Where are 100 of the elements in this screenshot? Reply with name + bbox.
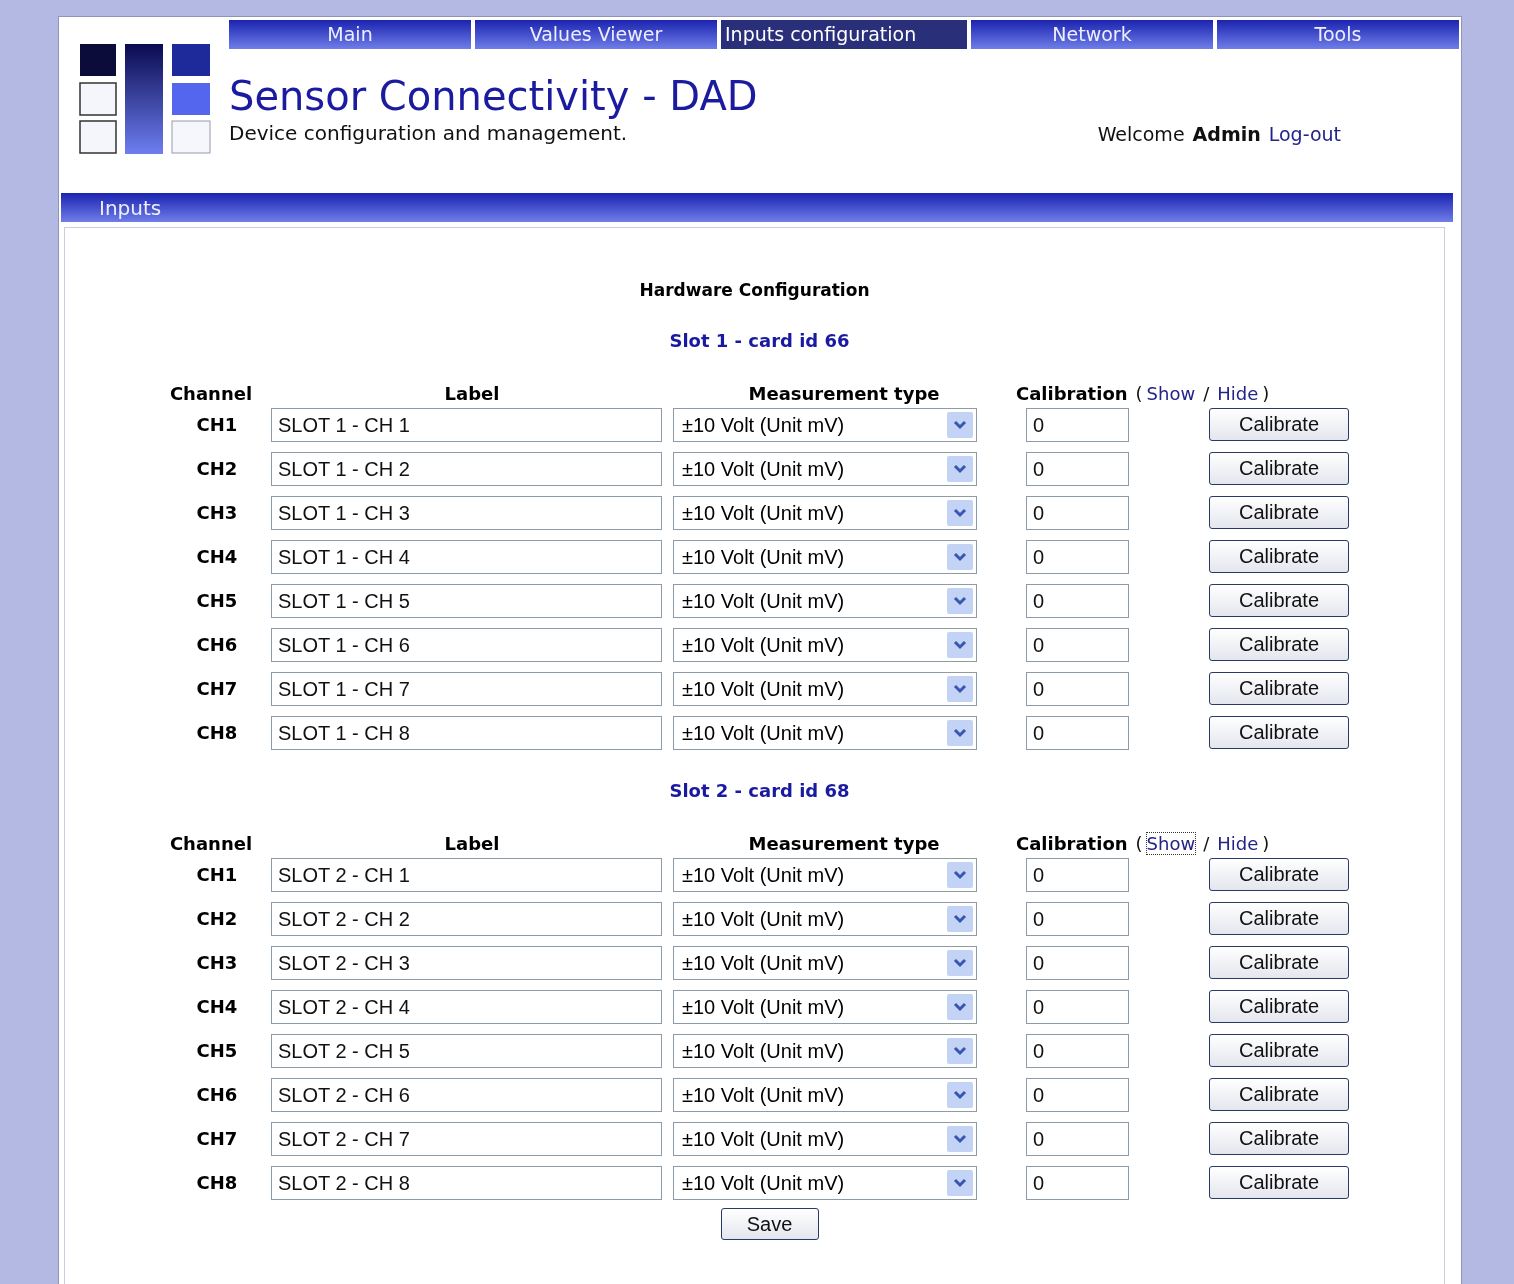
label-field[interactable]: SLOT 2 - CH 4 <box>271 990 662 1024</box>
label-field[interactable]: SLOT 1 - CH 1 <box>271 408 662 442</box>
label-field[interactable]: SLOT 2 - CH 5 <box>271 1034 662 1068</box>
label-field[interactable]: SLOT 1 - CH 7 <box>271 672 662 706</box>
nav-tab[interactable]: Main <box>229 20 471 49</box>
site-title: Sensor Connectivity - DAD <box>229 73 758 119</box>
channel-label: CH5 <box>195 589 239 613</box>
label-field[interactable]: SLOT 2 - CH 2 <box>271 902 662 936</box>
measurement-select[interactable]: ±10 Volt (Unit mV) <box>673 408 977 442</box>
save-button[interactable]: Save <box>720 1208 819 1240</box>
measurement-select[interactable]: ±10 Volt (Unit mV) <box>673 452 977 486</box>
calibration-field[interactable]: 0 <box>1026 1034 1129 1068</box>
calibrate-button[interactable]: Calibrate <box>1209 990 1349 1023</box>
calibrate-button[interactable]: Calibrate <box>1209 1122 1349 1155</box>
calibrate-button[interactable]: Calibrate <box>1209 902 1349 935</box>
nav-tab[interactable]: Values Viewer <box>475 20 717 49</box>
channel-label: CH4 <box>195 545 239 569</box>
calibration-field[interactable]: 0 <box>1026 946 1129 980</box>
label-field[interactable]: SLOT 2 - CH 8 <box>271 1166 662 1200</box>
welcome-text: Welcome <box>1097 123 1185 145</box>
show-link[interactable]: Show <box>1146 833 1196 854</box>
calibration-field[interactable]: 0 <box>1026 1166 1129 1200</box>
separator: / <box>1203 833 1210 854</box>
channel-label: CH2 <box>195 457 239 481</box>
label-field[interactable]: SLOT 1 - CH 2 <box>271 452 662 486</box>
column-header: Channel <box>168 833 254 854</box>
calibrate-button[interactable]: Calibrate <box>1209 1166 1349 1199</box>
channel-label: CH1 <box>195 863 239 887</box>
calibrate-button[interactable]: Calibrate <box>1209 628 1349 661</box>
calibrate-button[interactable]: Calibrate <box>1209 1078 1349 1111</box>
calibration-field[interactable]: 0 <box>1026 990 1129 1024</box>
nav-tab[interactable]: Network <box>971 20 1213 49</box>
calibrate-button[interactable]: Calibrate <box>1209 672 1349 705</box>
label-field[interactable]: SLOT 1 - CH 5 <box>271 584 662 618</box>
calibration-field[interactable]: 0 <box>1026 1078 1129 1112</box>
calibration-field[interactable]: 0 <box>1026 716 1129 750</box>
channel-label: CH7 <box>195 677 239 701</box>
parenthesis: ) <box>1262 833 1270 854</box>
measurement-select[interactable]: ±10 Volt (Unit mV) <box>673 496 977 530</box>
show-link[interactable]: Show <box>1146 383 1196 404</box>
label-field[interactable]: SLOT 2 - CH 3 <box>271 946 662 980</box>
channel-label: CH3 <box>195 501 239 525</box>
channel-label: CH2 <box>195 907 239 931</box>
calibrate-button[interactable]: Calibrate <box>1209 408 1349 441</box>
nav-tab[interactable]: Tools <box>1217 20 1459 49</box>
calibration-field[interactable]: 0 <box>1026 540 1129 574</box>
column-header: Label <box>443 383 501 404</box>
separator: / <box>1203 383 1210 404</box>
parenthesis: ) <box>1262 383 1270 404</box>
label-field[interactable]: SLOT 1 - CH 4 <box>271 540 662 574</box>
calibration-field[interactable]: 0 <box>1026 496 1129 530</box>
logout-link[interactable]: Log-out <box>1268 123 1341 145</box>
label-field[interactable]: SLOT 2 - CH 6 <box>271 1078 662 1112</box>
label-field[interactable]: SLOT 1 - CH 6 <box>271 628 662 662</box>
measurement-select[interactable]: ±10 Volt (Unit mV) <box>673 584 977 618</box>
measurement-select[interactable]: ±10 Volt (Unit mV) <box>673 716 977 750</box>
measurement-select[interactable]: ±10 Volt (Unit mV) <box>673 946 977 980</box>
calibrate-button[interactable]: Calibrate <box>1209 540 1349 573</box>
section-heading: Hardware Configuration <box>638 280 871 300</box>
channel-label: CH3 <box>195 951 239 975</box>
channel-label: CH6 <box>195 633 239 657</box>
calibration-field[interactable]: 0 <box>1026 628 1129 662</box>
calibrate-button[interactable]: Calibrate <box>1209 1034 1349 1067</box>
calibration-field[interactable]: 0 <box>1026 452 1129 486</box>
column-header: Channel <box>168 383 254 404</box>
measurement-select[interactable]: ±10 Volt (Unit mV) <box>673 628 977 662</box>
measurement-select[interactable]: ±10 Volt (Unit mV) <box>673 858 977 892</box>
calibrate-button[interactable]: Calibrate <box>1209 858 1349 891</box>
label-field[interactable]: SLOT 2 - CH 7 <box>271 1122 662 1156</box>
measurement-select[interactable]: ±10 Volt (Unit mV) <box>673 672 977 706</box>
measurement-select[interactable]: ±10 Volt (Unit mV) <box>673 1122 977 1156</box>
calibrate-button[interactable]: Calibrate <box>1209 584 1349 617</box>
calibration-field[interactable]: 0 <box>1026 902 1129 936</box>
hide-link[interactable]: Hide <box>1217 833 1259 854</box>
measurement-select[interactable]: ±10 Volt (Unit mV) <box>673 1166 977 1200</box>
calibration-field[interactable]: 0 <box>1026 1122 1129 1156</box>
label-field[interactable]: SLOT 1 - CH 8 <box>271 716 662 750</box>
parenthesis: ( <box>1135 833 1143 854</box>
label-field[interactable]: SLOT 1 - CH 3 <box>271 496 662 530</box>
hide-link[interactable]: Hide <box>1217 383 1259 404</box>
calibrate-button[interactable]: Calibrate <box>1209 496 1349 529</box>
channel-label: CH8 <box>195 1171 239 1195</box>
label-field[interactable]: SLOT 2 - CH 1 <box>271 858 662 892</box>
calibration-field[interactable]: 0 <box>1026 408 1129 442</box>
channel-label: CH5 <box>195 1039 239 1063</box>
calibration-field[interactable]: 0 <box>1026 584 1129 618</box>
measurement-select[interactable]: ±10 Volt (Unit mV) <box>673 990 977 1024</box>
site-subtitle: Device configuration and management. <box>229 121 629 145</box>
nav-tab[interactable]: Inputs configuration <box>721 20 967 49</box>
calibrate-button[interactable]: Calibrate <box>1209 452 1349 485</box>
measurement-select[interactable]: ±10 Volt (Unit mV) <box>673 540 977 574</box>
measurement-select[interactable]: ±10 Volt (Unit mV) <box>673 902 977 936</box>
calibration-field[interactable]: 0 <box>1026 672 1129 706</box>
calibration-field[interactable]: 0 <box>1026 858 1129 892</box>
measurement-select[interactable]: ±10 Volt (Unit mV) <box>673 1034 977 1068</box>
calibrate-button[interactable]: Calibrate <box>1209 946 1349 979</box>
calibrate-button[interactable]: Calibrate <box>1209 716 1349 749</box>
channel-label: CH8 <box>195 721 239 745</box>
measurement-select[interactable]: ±10 Volt (Unit mV) <box>673 1078 977 1112</box>
channel-label: CH7 <box>195 1127 239 1151</box>
